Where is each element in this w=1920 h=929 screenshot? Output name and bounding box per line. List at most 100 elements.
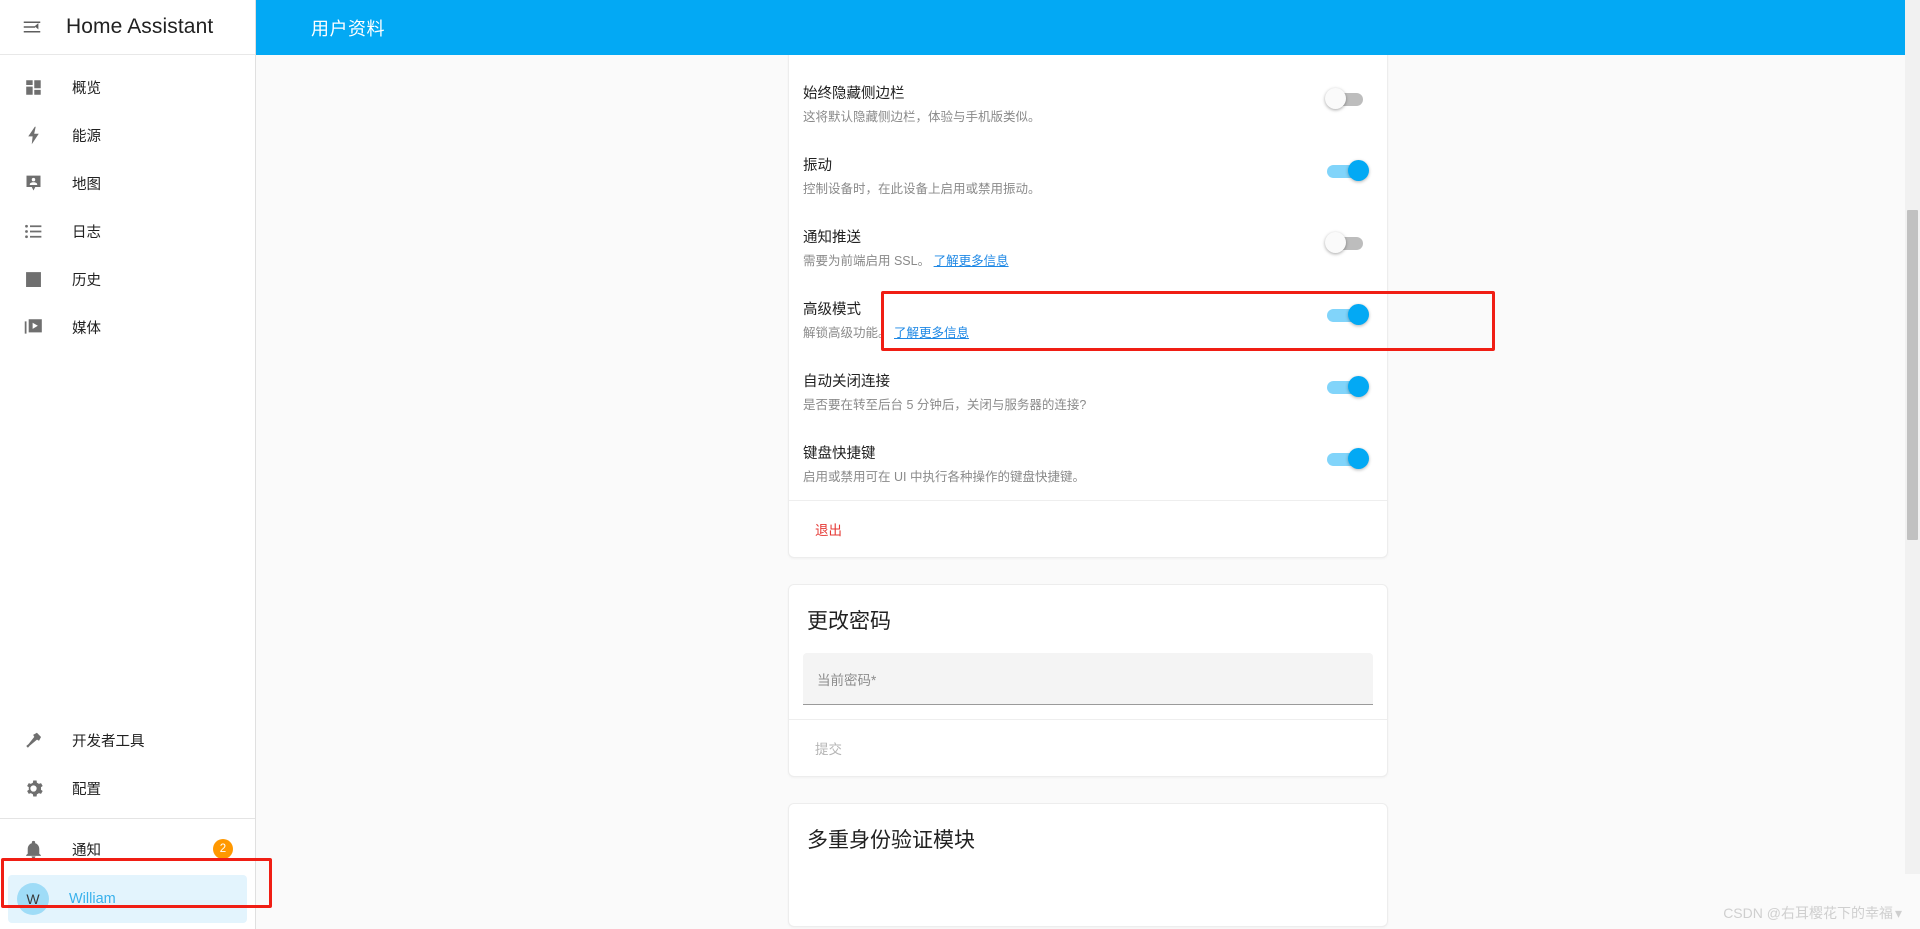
hammer-icon [20, 727, 46, 753]
mfa-modules-card: 多重身份验证模块 [788, 803, 1388, 927]
app-root: Home Assistant 概览 能源 地图 日志 历史 媒体 开发者工具 配… [0, 0, 1920, 929]
scroll-content: 排序和隐藏侧边栏中的项目 您也可以长按侧边栏标题来进入编辑模式。 编辑 始终隐藏… [256, 55, 1920, 929]
submit-password-button[interactable]: 提交 [807, 734, 850, 762]
sidebar-header: Home Assistant [0, 0, 255, 55]
setting-title: 键盘快捷键 [803, 446, 876, 462]
mfa-card-body [789, 866, 1387, 926]
setting-control [1309, 298, 1369, 326]
setting-control [1309, 370, 1369, 398]
toggle-advanced-mode[interactable] [1325, 304, 1369, 326]
toggle-knob [1348, 304, 1369, 325]
mfa-modules-title: 多重身份验证模块 [807, 829, 975, 852]
play-box-multiple-icon [20, 314, 46, 340]
toggle-knob [1325, 232, 1346, 253]
sidebar-item-media[interactable]: 媒体 [8, 303, 247, 351]
current-password-placeholder: 当前密码* [817, 672, 877, 688]
sidebar-item-settings[interactable]: 配置 [8, 764, 247, 812]
setting-control [1309, 82, 1369, 110]
setting-description: 是否要在转至后台 5 分钟后，关闭与服务器的连接? [803, 398, 1087, 412]
sidebar-item-label: 能源 [72, 128, 101, 145]
setting-text: 振动 控制设备时，在此设备上启用或禁用振动。 [803, 154, 1309, 198]
setting-description: 解锁高级功能。 了解更多信息 [803, 325, 1309, 342]
sidebar-item-label: 开发者工具 [72, 733, 145, 750]
sidebar-item-label: 通知 [72, 842, 101, 859]
sidebar-nav-list: 概览 能源 地图 日志 历史 媒体 [0, 55, 255, 716]
sidebar-item-logbook[interactable]: 日志 [8, 207, 247, 255]
toggle-knob [1325, 88, 1346, 109]
caret-down-icon: ▾ [1894, 905, 1902, 921]
setting-row-vibrate: 振动 控制设备时，在此设备上启用或禁用振动。 [789, 140, 1387, 212]
sidebar-item-label: William [69, 891, 116, 907]
sidebar-item-label: 历史 [72, 272, 101, 289]
setting-control [1309, 442, 1369, 470]
vertical-scrollbar[interactable] [1905, 0, 1920, 874]
setting-title: 通知推送 [803, 230, 861, 246]
sidebar-title: Home Assistant [66, 15, 214, 38]
setting-title: 振动 [803, 158, 832, 174]
setting-row-auto-close-connection: 自动关闭连接 是否要在转至后台 5 分钟后，关闭与服务器的连接? [789, 356, 1387, 428]
setting-row-always-hide-sidebar: 始终隐藏侧边栏 这将默认隐藏侧边栏，体验与手机版类似。 [789, 68, 1387, 140]
toggle-auto-close-connection[interactable] [1325, 376, 1369, 398]
sidebar-item-label: 概览 [72, 80, 101, 97]
setting-text: 通知推送 需要为前端启用 SSL。 了解更多信息 [803, 226, 1309, 270]
sidebar-item-map[interactable]: 地图 [8, 159, 247, 207]
toggle-knob [1348, 448, 1369, 469]
change-password-card: 更改密码 当前密码* 提交 [788, 584, 1388, 777]
toggle-knob [1348, 376, 1369, 397]
setting-description-text: 需要为前端启用 SSL。 [803, 254, 931, 268]
toggle-vibrate[interactable] [1325, 160, 1369, 182]
bell-icon [20, 836, 46, 862]
current-password-field[interactable]: 当前密码* [803, 653, 1373, 705]
sidebar-bottom: 开发者工具 配置 通知 2 W William [0, 716, 255, 929]
sidebar-item-overview[interactable]: 概览 [8, 63, 247, 111]
setting-text: 高级模式 解锁高级功能。 了解更多信息 [803, 298, 1309, 342]
settings-card-footer: 退出 [789, 500, 1387, 557]
watermark-text: CSDN @右耳樱花下的幸福 [1723, 905, 1893, 921]
format-list-bulleted-icon [20, 218, 46, 244]
avatar: W [17, 883, 49, 915]
view-dashboard-icon [20, 74, 46, 100]
sidebar-item-user-profile[interactable]: W William [8, 875, 247, 923]
main-area: 用户资料 排序和隐藏侧边栏中的项目 您也可以长按侧边栏标题来进入编辑模式。 编辑 [256, 0, 1920, 929]
sidebar-item-developer-tools[interactable]: 开发者工具 [8, 716, 247, 764]
lightning-bolt-icon [20, 122, 46, 148]
sidebar-item-label: 地图 [72, 176, 101, 193]
menu-collapse-icon[interactable] [10, 5, 54, 49]
toggle-push-notifications[interactable] [1325, 232, 1369, 254]
setting-description: 控制设备时，在此设备上启用或禁用振动。 [803, 182, 1041, 196]
setting-control [1309, 226, 1369, 254]
setting-title: 自动关闭连接 [803, 374, 890, 390]
setting-text: 自动关闭连接 是否要在转至后台 5 分钟后，关闭与服务器的连接? [803, 370, 1309, 414]
sidebar-item-notifications[interactable]: 通知 2 [8, 825, 247, 873]
cards-column: 排序和隐藏侧边栏中的项目 您也可以长按侧边栏标题来进入编辑模式。 编辑 始终隐藏… [788, 55, 1388, 929]
top-app-bar: 用户资料 [256, 0, 1920, 55]
scrollbar-thumb[interactable] [1907, 210, 1918, 540]
cog-icon [20, 775, 46, 801]
toggle-knob [1348, 160, 1369, 181]
sidebar-item-history[interactable]: 历史 [8, 255, 247, 303]
field-spacer [789, 705, 1387, 719]
chart-box-icon [20, 266, 46, 292]
logout-button[interactable]: 退出 [807, 515, 850, 543]
watermark: CSDN @右耳樱花下的幸福 ▾ [1723, 903, 1902, 923]
setting-description: 这将默认隐藏侧边栏，体验与手机版类似。 [803, 110, 1041, 124]
sidebar-item-label: 配置 [72, 781, 101, 798]
setting-text: 始终隐藏侧边栏 这将默认隐藏侧边栏，体验与手机版类似。 [803, 82, 1309, 126]
setting-row-sidebar-order: 排序和隐藏侧边栏中的项目 您也可以长按侧边栏标题来进入编辑模式。 编辑 [789, 55, 1387, 68]
sidebar-item-label: 日志 [72, 224, 101, 241]
sidebar-item-energy[interactable]: 能源 [8, 111, 247, 159]
setting-description-text: 解锁高级功能。 [803, 326, 891, 340]
map-marker-account-icon [20, 170, 46, 196]
sidebar: Home Assistant 概览 能源 地图 日志 历史 媒体 开发者工具 配… [0, 0, 272, 929]
toggle-always-hide-sidebar[interactable] [1325, 88, 1369, 110]
setting-row-advanced-mode: 高级模式 解锁高级功能。 了解更多信息 [789, 284, 1387, 356]
toggle-keyboard-shortcuts[interactable] [1325, 448, 1369, 470]
setting-text: 键盘快捷键 启用或禁用可在 UI 中执行各种操作的键盘快捷键。 [803, 442, 1309, 486]
sidebar-item-label: 媒体 [72, 320, 101, 337]
notification-badge: 2 [213, 839, 233, 859]
setting-title: 高级模式 [803, 302, 861, 318]
learn-more-link[interactable]: 了解更多信息 [934, 254, 1009, 268]
change-password-footer: 提交 [789, 719, 1387, 776]
learn-more-link[interactable]: 了解更多信息 [894, 326, 969, 340]
setting-title: 始终隐藏侧边栏 [803, 86, 905, 102]
